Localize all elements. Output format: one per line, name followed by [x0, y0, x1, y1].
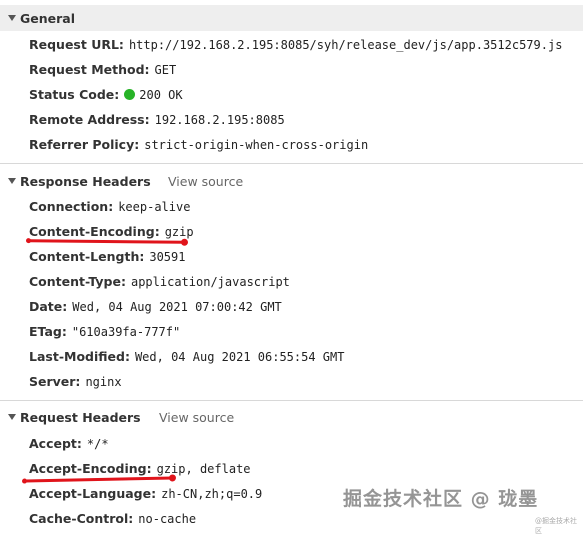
header-key: Status Code: [29, 87, 120, 102]
response-row-etag: ETag: "610a39fa-777f" [29, 322, 180, 342]
request-row-cache-control: Cache-Control: no-cache [29, 509, 196, 529]
header-key: Referrer Policy: [29, 137, 140, 152]
annotation-underline-start [25, 238, 32, 244]
annotation-underline-end [180, 238, 189, 246]
response-headers-section-header[interactable]: Response Headers View source [0, 168, 583, 194]
header-value: nginx [85, 375, 122, 389]
header-value: gzip [164, 225, 194, 239]
request-row-accept-language: Accept-Language: zh-CN,zh;q=0.9 [29, 484, 262, 504]
response-view-source-link[interactable]: View source [168, 174, 243, 189]
general-row-request-method: Request Method: GET [29, 60, 176, 80]
response-row-connection: Connection: keep-alive [29, 197, 190, 217]
header-value: Wed, 04 Aug 2021 06:55:54 GMT [134, 350, 345, 364]
header-value: 30591 [149, 250, 186, 264]
header-key: Cache-Control: [29, 511, 134, 526]
response-row-date: Date: Wed, 04 Aug 2021 07:00:42 GMT [29, 297, 282, 317]
header-value: */* [86, 437, 109, 451]
header-key: Content-Length: [29, 249, 145, 264]
header-value: "610a39fa-777f" [71, 325, 181, 339]
response-headers-title: Response Headers [20, 173, 151, 189]
header-value: http://192.168.2.195:8085/syh/release_de… [128, 38, 563, 52]
general-row-request-url: Request URL: http://192.168.2.195:8085/sy… [29, 35, 562, 55]
header-key: Date: [29, 299, 68, 314]
response-row-content-length: Content-Length: 30591 [29, 247, 185, 267]
section-divider [0, 400, 583, 401]
header-value: no-cache [138, 512, 197, 526]
annotation-underline-end [168, 474, 177, 482]
status-ok-icon [124, 89, 136, 100]
header-key: Remote Address: [29, 112, 150, 127]
section-divider [0, 163, 583, 164]
header-key: Accept-Encoding: [29, 461, 152, 476]
header-key: Server: [29, 374, 81, 389]
header-value: 192.168.2.195:8085 [154, 113, 285, 127]
collapse-triangle-icon[interactable] [8, 178, 16, 184]
response-row-content-type: Content-Type: application/javascript [29, 272, 290, 292]
general-row-status-code: Status Code: 200 OK [29, 85, 183, 105]
header-key: ETag: [29, 324, 67, 339]
watermark-text: 掘金技术社区 @ 珑墨 [343, 488, 539, 510]
request-headers-section-header[interactable]: Request Headers View source [0, 404, 583, 430]
header-key: Accept-Language: [29, 486, 157, 501]
header-key: Content-Type: [29, 274, 126, 289]
header-value: strict-origin-when-cross-origin [144, 138, 369, 152]
request-view-source-link[interactable]: View source [159, 410, 234, 425]
request-row-accept-encoding: Accept-Encoding: gzip, deflate [29, 459, 251, 479]
annotation-underline-start [21, 478, 28, 484]
header-value: zh-CN,zh;q=0.9 [161, 487, 263, 501]
request-row-accept: Accept: */* [29, 434, 109, 454]
general-section-header[interactable]: General [0, 5, 583, 31]
header-value: keep-alive [118, 200, 191, 214]
header-value: Wed, 04 Aug 2021 07:00:42 GMT [72, 300, 282, 314]
header-key: Connection: [29, 199, 114, 214]
watermark-subtext: @掘金技术社区 [535, 517, 577, 535]
header-key: Request URL: [29, 37, 124, 52]
header-value: application/javascript [130, 275, 290, 289]
header-key: Request Method: [29, 62, 150, 77]
general-title: General [20, 10, 75, 26]
general-row-remote-address: Remote Address: 192.168.2.195:8085 [29, 110, 285, 130]
response-row-last-modified: Last-Modified: Wed, 04 Aug 2021 06:55:54 … [29, 347, 344, 367]
annotation-underline [25, 238, 189, 246]
header-key: Content-Encoding: [29, 224, 160, 239]
collapse-triangle-icon[interactable] [8, 414, 16, 420]
header-key: Last-Modified: [29, 349, 130, 364]
collapse-triangle-icon[interactable] [8, 15, 16, 21]
header-value: 200 OK [139, 88, 183, 102]
header-key: Accept: [29, 436, 82, 451]
request-headers-title: Request Headers [20, 409, 141, 425]
response-row-server: Server: nginx [29, 372, 122, 392]
header-value: GET [154, 63, 177, 77]
general-row-referrer-policy: Referrer Policy: strict-origin-when-cross… [29, 135, 368, 155]
